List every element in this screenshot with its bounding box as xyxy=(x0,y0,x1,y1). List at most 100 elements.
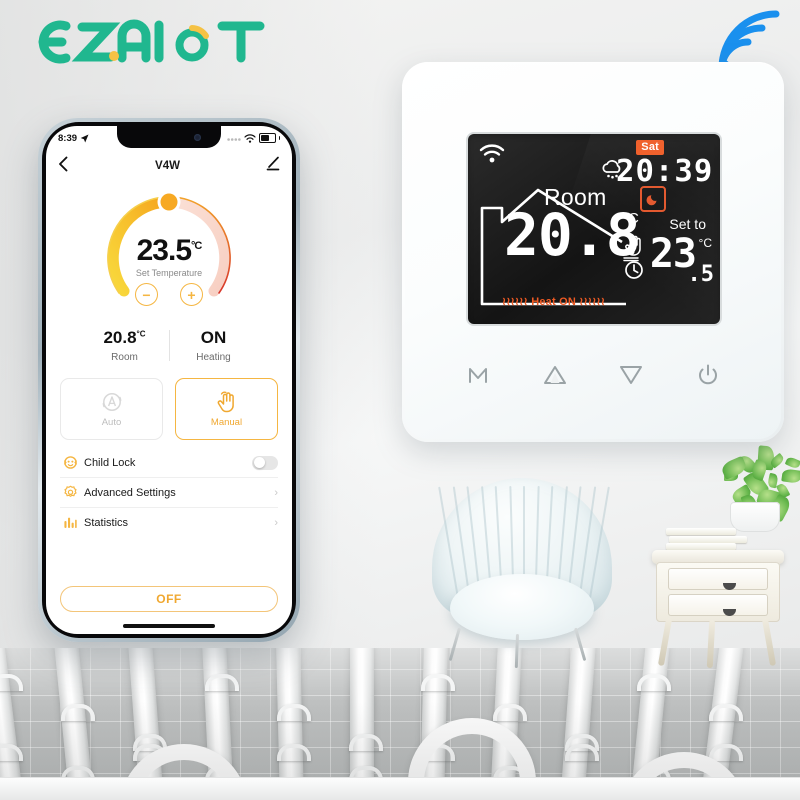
drawer-lower xyxy=(668,594,768,616)
battery-icon xyxy=(258,133,276,143)
status-time: 8:39 xyxy=(58,132,78,144)
child-lock-icon xyxy=(60,455,80,470)
heating-state-value: ON xyxy=(200,328,227,347)
room-temp-number: 20.8 xyxy=(103,328,137,347)
settings-list: Child Lock Advanced Settings › Statistic… xyxy=(60,448,278,537)
book xyxy=(669,535,747,543)
battery-tip xyxy=(278,136,280,140)
lcd-room-unit: °C xyxy=(622,210,639,227)
set-temperature-unit: °C xyxy=(191,240,202,252)
bar-chart-icon xyxy=(60,515,80,530)
pencil-edit-icon xyxy=(266,156,280,171)
drawer-upper xyxy=(668,568,768,590)
chevron-right-icon: › xyxy=(274,516,278,529)
statistics-label: Statistics xyxy=(84,516,129,529)
auto-circle-a-icon xyxy=(102,393,121,411)
plant-leaf xyxy=(784,455,800,470)
location-arrow-icon xyxy=(80,134,89,142)
chair-leg xyxy=(448,627,461,662)
back-button[interactable] xyxy=(58,156,69,177)
cellular-dots-icon xyxy=(226,138,241,141)
mode-button[interactable] xyxy=(457,354,499,396)
hand-touch-icon xyxy=(217,391,234,413)
armchair xyxy=(424,478,620,669)
drawer-knob xyxy=(723,609,736,616)
wifi-icon xyxy=(243,133,256,143)
plant-leaf xyxy=(781,468,800,484)
triangle-down-icon xyxy=(620,366,643,384)
smartphone-mockup: 8:39 V4W 23.5°C Set Temperature − + 20.8… xyxy=(38,118,300,642)
lcd-set-unit: °C xyxy=(698,236,712,250)
temperature-down-button[interactable] xyxy=(610,354,652,396)
letter-m-mode-icon xyxy=(469,368,488,383)
room-readout-label: Room xyxy=(111,352,138,363)
readout-row: 20.8°C Room ON Heating xyxy=(46,328,292,363)
room-temperature-value: 20.8°C xyxy=(81,328,169,348)
table-drawers xyxy=(656,562,780,622)
lcd-set-to-label: Set to xyxy=(669,216,706,232)
child-lock-toggle[interactable] xyxy=(252,455,278,470)
book xyxy=(666,528,736,535)
power-button[interactable] xyxy=(687,354,729,396)
mode-selector: Auto Manual xyxy=(60,378,278,440)
app-navigation-bar: V4W xyxy=(46,152,292,180)
lcd-set-temperature-fraction: .5 xyxy=(687,262,715,287)
temperature-stepper: − + xyxy=(83,283,255,306)
book-stack xyxy=(666,518,747,558)
power-icon xyxy=(698,364,717,385)
manual-hand-icon xyxy=(624,234,644,256)
day-badge: Sat xyxy=(636,140,664,155)
wall-skirting xyxy=(0,777,800,800)
home-indicator xyxy=(123,624,215,628)
side-table xyxy=(652,445,800,669)
potted-plant xyxy=(714,445,800,523)
decrease-temperature-button[interactable]: − xyxy=(135,283,158,306)
thermostat-touch-buttons xyxy=(402,354,784,396)
chair-leg xyxy=(514,633,519,669)
set-temperature-number: 23.5 xyxy=(136,234,192,267)
thermostat-lcd-screen: Sat 20:39 Room 20.8 °C ≀≀≀≀≀≀ Heat ON ≀≀… xyxy=(468,134,720,324)
chair-leg xyxy=(574,627,587,662)
mode-auto-button[interactable]: Auto xyxy=(60,378,163,440)
lcd-heat-status: ≀≀≀≀≀≀ Heat ON ≀≀≀≀≀≀ xyxy=(502,296,606,308)
room-readout: 20.8°C Room xyxy=(81,328,169,363)
child-lock-label: Child Lock xyxy=(84,456,136,469)
clock-icon xyxy=(624,260,644,280)
moon-mode-icon xyxy=(640,186,666,212)
page-title: V4W xyxy=(155,160,180,172)
phone-notch xyxy=(117,126,221,148)
phone-screen: 8:39 V4W 23.5°C Set Temperature − + 20.8… xyxy=(46,126,292,634)
table-leg xyxy=(657,617,673,667)
gear-settings-icon xyxy=(60,485,80,500)
book xyxy=(666,543,736,550)
triangle-up-icon xyxy=(543,366,566,384)
list-item-advanced-settings[interactable]: Advanced Settings › xyxy=(60,478,278,508)
list-item-statistics[interactable]: Statistics › xyxy=(60,508,278,537)
wifi-icon xyxy=(478,143,506,164)
drawer-knob xyxy=(723,583,736,590)
lcd-clock: 20:39 xyxy=(615,154,713,189)
mode-auto-label: Auto xyxy=(101,417,122,428)
list-item-child-lock[interactable]: Child Lock xyxy=(60,448,278,478)
heating-readout: ON Heating xyxy=(170,328,258,363)
temperature-dial[interactable]: 23.5°C Set Temperature − + xyxy=(83,188,255,318)
thermostat-device: Sat 20:39 Room 20.8 °C ≀≀≀≀≀≀ Heat ON ≀≀… xyxy=(402,62,784,442)
set-temperature-caption: Set Temperature xyxy=(135,268,203,278)
table-leg xyxy=(706,619,716,669)
chevron-right-icon: › xyxy=(274,486,278,499)
screenshot-root: Sat 20:39 Room 20.8 °C ≀≀≀≀≀≀ Heat ON ≀≀… xyxy=(0,0,800,800)
chair-seat xyxy=(450,574,594,640)
mode-manual-label: Manual xyxy=(210,417,243,428)
power-off-button[interactable]: OFF xyxy=(60,586,278,612)
mode-manual-button[interactable]: Manual xyxy=(175,378,278,440)
temperature-up-button[interactable] xyxy=(534,354,576,396)
increase-temperature-button[interactable]: + xyxy=(180,283,203,306)
edit-button[interactable] xyxy=(266,156,280,176)
brand-logo xyxy=(26,16,270,68)
chevron-left-icon xyxy=(59,156,68,171)
table-leg xyxy=(761,617,777,667)
room-temp-unit: °C xyxy=(136,329,146,339)
front-camera xyxy=(194,134,201,141)
advanced-settings-label: Advanced Settings xyxy=(84,486,176,499)
set-temperature-value: 23.5°C xyxy=(83,234,255,268)
